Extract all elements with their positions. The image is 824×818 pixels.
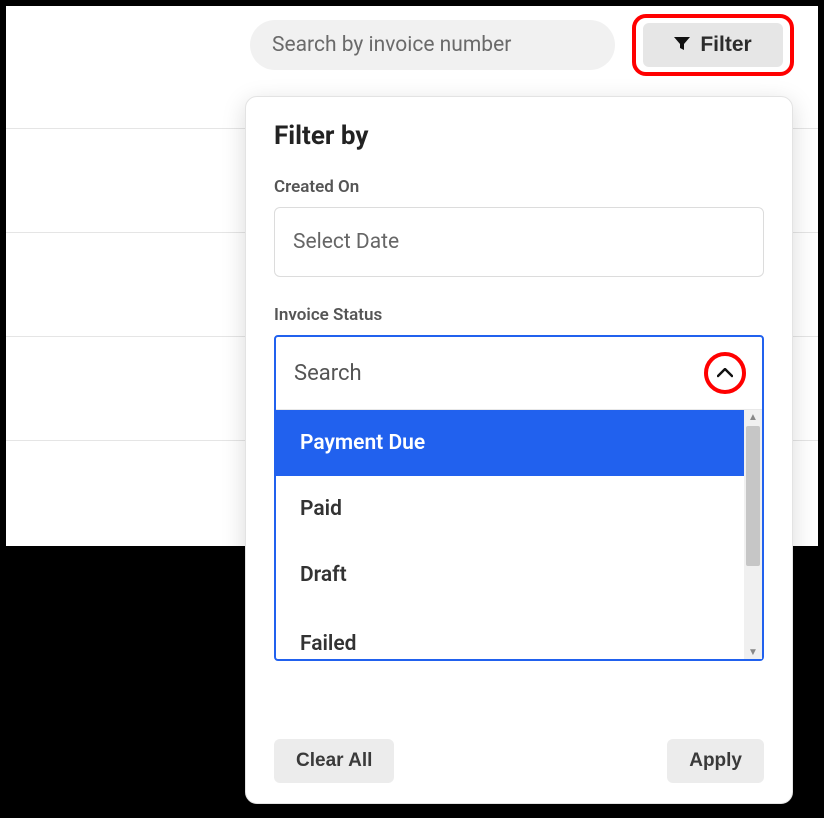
scroll-down-arrow-icon[interactable]: ▼ xyxy=(744,645,762,659)
created-on-placeholder: Select Date xyxy=(293,230,399,254)
filter-panel-actions: Clear All Apply xyxy=(274,739,764,783)
status-option-payment-due[interactable]: Payment Due xyxy=(276,410,762,476)
status-option-paid[interactable]: Paid xyxy=(276,476,762,542)
filter-panel: Filter by Created On Select Date Invoice… xyxy=(245,96,793,804)
invoice-status-combobox: Search Payment Due Paid Draft xyxy=(274,335,764,661)
search-placeholder: Search by invoice number xyxy=(272,33,511,57)
chevron-up-icon xyxy=(717,365,733,381)
status-option-label: Payment Due xyxy=(300,431,425,455)
invoice-status-options: Payment Due Paid Draft Failed ▲ ▼ xyxy=(276,409,762,659)
created-on-label: Created On xyxy=(274,177,764,197)
filter-button-label: Filter xyxy=(700,33,751,57)
invoice-status-search[interactable]: Search xyxy=(276,337,762,409)
scrollbar-track: ▲ ▼ xyxy=(744,410,762,659)
status-option-label: Draft xyxy=(300,563,347,587)
filter-panel-title: Filter by xyxy=(274,121,764,151)
status-option-label: Failed xyxy=(300,632,357,656)
filter-icon xyxy=(674,33,690,57)
filter-button[interactable]: Filter xyxy=(643,23,783,67)
scroll-up-arrow-icon[interactable]: ▲ xyxy=(744,410,762,424)
apply-button[interactable]: Apply xyxy=(667,739,764,783)
invoice-status-label: Invoice Status xyxy=(274,305,764,325)
clear-all-button[interactable]: Clear All xyxy=(274,739,394,783)
filter-button-highlight: Filter xyxy=(632,14,794,76)
status-option-draft[interactable]: Draft xyxy=(276,542,762,608)
status-option-failed[interactable]: Failed xyxy=(276,608,762,659)
invoice-status-search-placeholder: Search xyxy=(294,361,362,386)
scrollbar-thumb[interactable] xyxy=(746,426,760,566)
status-option-label: Paid xyxy=(300,497,342,521)
created-on-input[interactable]: Select Date xyxy=(274,207,764,277)
dropdown-toggle[interactable] xyxy=(704,352,746,394)
search-input[interactable]: Search by invoice number xyxy=(250,20,615,70)
